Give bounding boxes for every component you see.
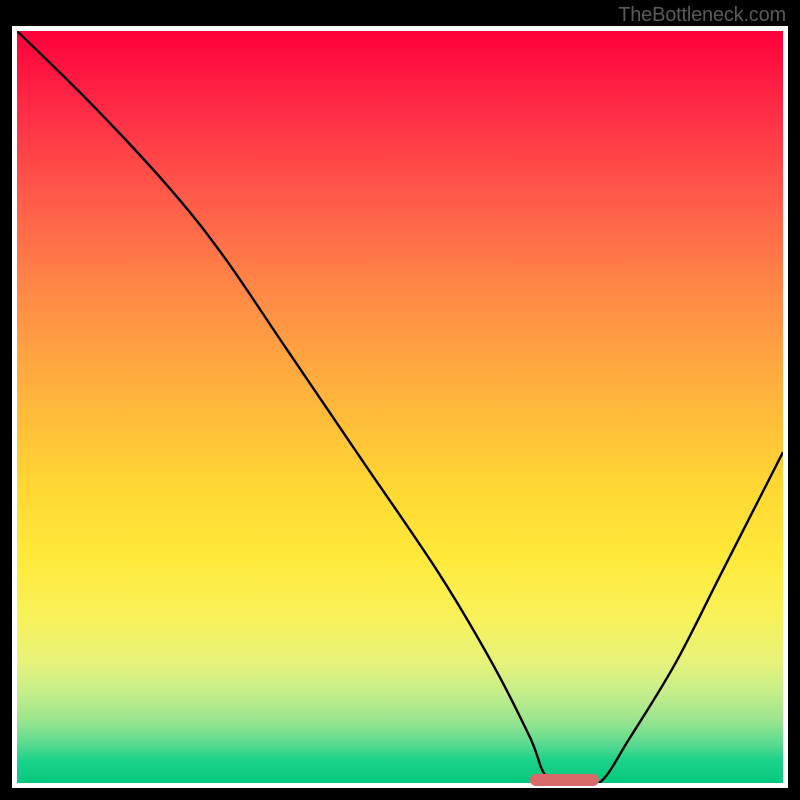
chart-gradient-background (17, 31, 783, 783)
bottleneck-curve (17, 31, 783, 783)
chart-frame (12, 26, 788, 788)
watermark-text: TheBottleneck.com (618, 4, 786, 27)
optimal-range-marker (530, 774, 599, 786)
